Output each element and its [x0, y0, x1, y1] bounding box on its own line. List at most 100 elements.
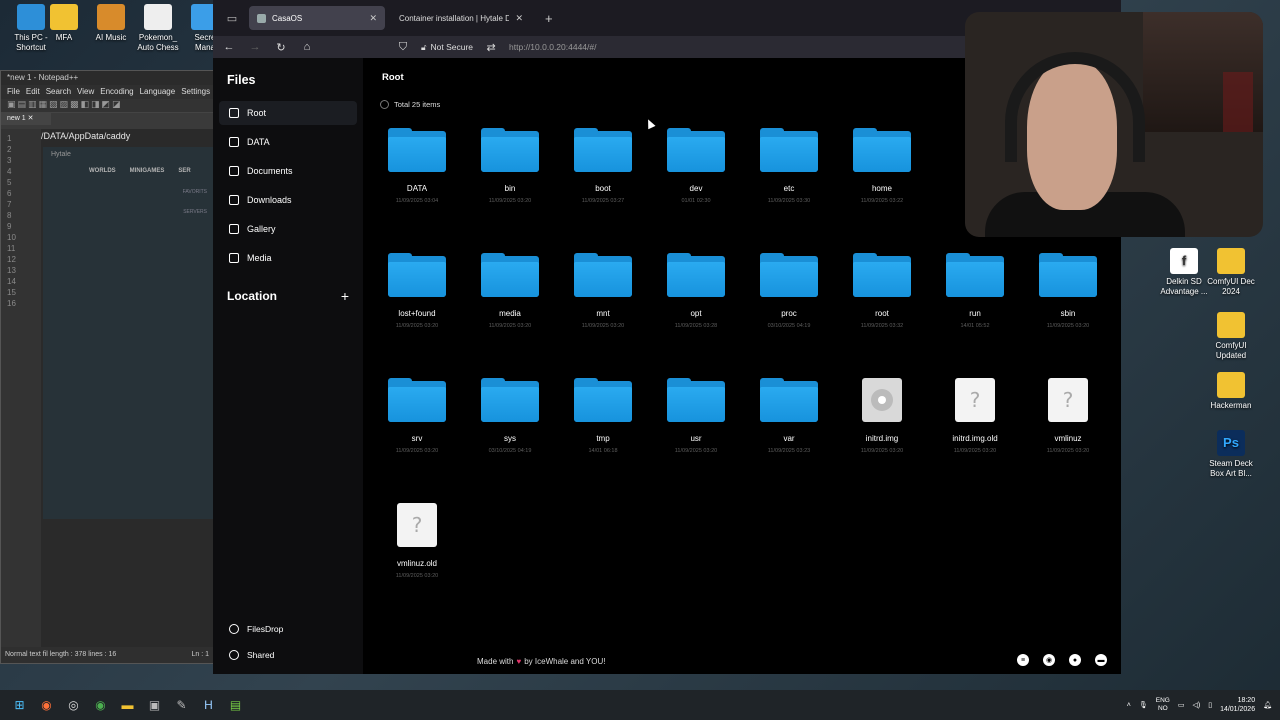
terminal-icon[interactable]: ▣ [141, 692, 168, 718]
sidebar-item-gallery[interactable]: Gallery [219, 217, 357, 241]
sidebar-item-root[interactable]: Root [219, 101, 357, 125]
firefox-icon[interactable]: ◉ [33, 692, 60, 718]
close-tab-icon[interactable]: ✕ [369, 13, 377, 24]
folder-icon [946, 253, 1004, 297]
file-item[interactable]: usr 11/09/2025 03:20 [656, 378, 736, 454]
add-location-button[interactable]: + [341, 288, 349, 304]
discord-icon[interactable]: ◉ [1043, 654, 1055, 666]
file-item[interactable]: mnt 11/09/2025 03:20 [563, 253, 643, 329]
hytale-icon[interactable]: H [195, 692, 222, 718]
desktop-icon[interactable]: ComfyUI Dec 2024 [1203, 248, 1259, 297]
breadcrumb[interactable]: Root [382, 72, 404, 83]
explorer-icon[interactable]: ▬ [114, 692, 141, 718]
file-item[interactable]: run 14/01 05:52 [935, 253, 1015, 329]
sidebar-item-downloads[interactable]: Downloads [219, 188, 357, 212]
file-item[interactable]: lost+found 11/09/2025 03:20 [377, 253, 457, 329]
tab-hytale-docker[interactable]: Container installation | Hytale Dock ✕ [391, 6, 531, 30]
pen-icon[interactable]: ✎ [168, 692, 195, 718]
menu-item-file[interactable]: File [7, 87, 20, 97]
sidebar-item-documents[interactable]: Documents [219, 159, 357, 183]
notepad-editor[interactable]: 1 2 3 4 5 6 7 8 9 10 11 12 13 14 15 16 /DATA/AppData/ca… [1, 129, 215, 647]
file-name: vmlinuz.old [396, 559, 437, 568]
battery-icon[interactable]: ▯ [1208, 701, 1212, 709]
photoshop-icon: Ps [1217, 430, 1245, 456]
file-item[interactable]: root 11/09/2025 03:32 [842, 253, 922, 329]
notepad-toolbar[interactable]: ▣▤▥▦▧▨▩◧◨◩◪ [1, 99, 213, 113]
sidebar-item-filesdrop[interactable]: FilesDrop [219, 616, 357, 642]
security-indicator[interactable]: 🔓︎ Not Secure [421, 42, 473, 53]
notification-icon[interactable]: 🔔︎ [1263, 701, 1272, 709]
file-item[interactable]: proc 03/10/2025 04:19 [749, 253, 829, 329]
menu-item-edit[interactable]: Edit [26, 87, 40, 97]
url-bar[interactable]: http://10.0.0.20:4444/#/ [509, 42, 956, 52]
line-number: 8 [7, 211, 12, 220]
folder-icon [481, 253, 539, 297]
folder-icon [667, 253, 725, 297]
sidebar-item-media[interactable]: Media [219, 246, 357, 270]
document-icon [229, 166, 239, 176]
system-tray: ˄ 🎙︎ ENG NO ▭ ◁) ▯ 18:20 14/01/2026 🔔︎ [1127, 690, 1272, 720]
volume-icon[interactable]: ◁) [1192, 701, 1200, 709]
reload-icon[interactable]: ↻ [273, 41, 289, 54]
desktop-icon[interactable]: Hackerman [1203, 372, 1259, 411]
file-item[interactable]: bin 11/09/2025 03:20 [470, 128, 550, 204]
file-item[interactable]: initrd.img 11/09/2025 03:20 [842, 378, 922, 454]
file-item[interactable]: tmp 14/01 06:18 [563, 378, 643, 454]
tab-casaos[interactable]: CasaOS ✕ [249, 6, 385, 30]
clock[interactable]: 18:20 14/01/2026 [1220, 696, 1255, 714]
file-item[interactable]: dev 01/01 02:30 [656, 128, 736, 204]
language-indicator[interactable]: ENG NO [1156, 697, 1170, 713]
unknown-file-icon: ? [1048, 378, 1088, 422]
file-item[interactable]: srv 11/09/2025 03:20 [377, 378, 457, 454]
back-icon[interactable]: ← [221, 41, 237, 53]
github-icon[interactable]: ● [1069, 654, 1081, 666]
select-all-checkbox[interactable] [380, 100, 389, 109]
chat-icon[interactable]: ≡ [1017, 654, 1029, 666]
notepad-window[interactable]: *new 1 - Notepad++ File Edit Search View Enc… [0, 70, 215, 664]
file-item[interactable]: var 11/09/2025 03:23 [749, 378, 829, 454]
new-tab-button[interactable]: + [537, 11, 561, 26]
file-name: tmp [596, 434, 610, 443]
notepad-tab[interactable]: new 1 ✕ [1, 113, 51, 125]
chrome-icon[interactable]: ◉ [87, 692, 114, 718]
file-item[interactable]: ? initrd.img.old 11/09/2025 03:20 [935, 378, 1015, 454]
folder-icon [760, 378, 818, 422]
file-item[interactable]: media 11/09/2025 03:20 [470, 253, 550, 329]
file-item[interactable]: opt 11/09/2025 03:28 [656, 253, 736, 329]
sidebar-item-shared[interactable]: Shared [219, 642, 357, 668]
file-item[interactable]: etc 11/09/2025 03:30 [749, 128, 829, 204]
forward-icon[interactable]: → [247, 41, 263, 53]
menu-item-settings[interactable]: Settings [181, 87, 210, 97]
menu-item-language[interactable]: Language [140, 87, 176, 97]
file-item[interactable]: sbin 11/09/2025 03:20 [1028, 253, 1108, 329]
tray-chevron-icon[interactable]: ˄ [1127, 702, 1131, 709]
microphone-icon[interactable]: 🎙︎ [1139, 701, 1148, 709]
shield-icon[interactable]: ⛉ [395, 41, 411, 54]
folder-icon [388, 253, 446, 297]
select-all[interactable]: Total 25 items [380, 100, 440, 109]
desktop-icon[interactable]: Ps Steam Deck Box Art Bl... [1203, 430, 1259, 479]
menu-item-encoding[interactable]: Encoding [100, 87, 133, 97]
network-icon[interactable]: ▭ [1178, 701, 1185, 709]
file-item[interactable]: DATA 11/09/2025 03:04 [377, 128, 457, 204]
notepad-icon[interactable]: ▤ [222, 692, 249, 718]
windows-icon[interactable]: ⊞ [6, 692, 33, 718]
menu-item-search[interactable]: Search [46, 87, 71, 97]
file-item[interactable]: boot 11/09/2025 03:27 [563, 128, 643, 204]
sidebar-item-data[interactable]: DATA [219, 130, 357, 154]
file-item[interactable]: ? vmlinuz 11/09/2025 03:20 [1028, 378, 1108, 454]
close-tab-icon[interactable]: ✕ [515, 13, 523, 24]
file-item[interactable]: ? vmlinuz.old 11/09/2025 03:20 [377, 503, 457, 579]
menu-item-view[interactable]: View [77, 87, 94, 97]
file-item[interactable]: home 11/09/2025 03:22 [842, 128, 922, 204]
permissions-icon[interactable]: ⇄ [483, 41, 499, 54]
desktop-icon-label: Steam Deck Box Art Bl... [1209, 459, 1253, 478]
home-icon[interactable]: ⌂ [299, 41, 315, 53]
file-date: 11/09/2025 03:20 [395, 323, 439, 329]
file-item[interactable]: sys 03/10/2025 04:19 [470, 378, 550, 454]
desktop-icon[interactable]: ComfyUI Updated [1203, 312, 1259, 361]
file-name: mnt [596, 309, 610, 318]
obs-icon[interactable]: ◎ [60, 692, 87, 718]
message-icon[interactable]: ▬ [1095, 654, 1107, 666]
tab-list-icon[interactable]: ▭ [221, 6, 243, 30]
